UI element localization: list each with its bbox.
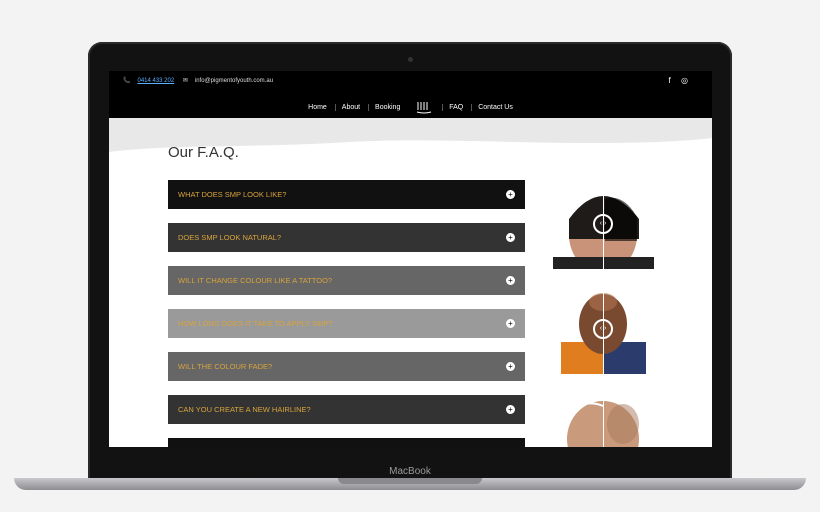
faq-item[interactable]: WILL THE COLOUR FADE? +	[168, 352, 525, 381]
plus-icon[interactable]: +	[506, 362, 515, 371]
content-area: Our F.A.Q. WHAT DOES SMP LOOK LIKE? + DO…	[109, 118, 712, 447]
plus-icon[interactable]: +	[506, 405, 515, 414]
compare-divider[interactable]	[603, 384, 604, 447]
faq-question: WHAT DOES SMP LOOK LIKE?	[178, 190, 287, 199]
faq-question: HOW LONG DOES IT TAKE TO APPLY SMP?	[178, 319, 333, 328]
faq-item[interactable]: HOW LONG DOES IT TAKE TO APPLY SMP? +	[168, 309, 525, 338]
plus-icon[interactable]: +	[506, 319, 515, 328]
nav-home[interactable]: Home	[302, 104, 333, 111]
contact-info: 📞 0414 433 202 ✉ info@pigmentofyouth.com.a…	[123, 77, 280, 84]
instagram-icon[interactable]: ◎	[681, 76, 688, 85]
faq-question: WILL IT CHANGE COLOUR LIKE A TATTOO?	[178, 276, 333, 285]
email-icon: ✉	[182, 78, 188, 84]
faq-item[interactable]: CAN YOU CREATE A NEW HAIRLINE? +	[168, 395, 525, 424]
before-after-image[interactable]	[553, 384, 654, 447]
logo-icon[interactable]	[416, 100, 432, 114]
facebook-icon[interactable]: f	[669, 76, 671, 85]
faq-item[interactable]: WILL IT CHANGE COLOUR LIKE A TATTOO? +	[168, 266, 525, 295]
plus-icon[interactable]: +	[506, 276, 515, 285]
phone-link[interactable]: 0414 433 202	[137, 78, 174, 84]
main-navigation: Home About Booking FAQ Contact Us	[109, 100, 712, 114]
compare-handle-icon[interactable]: ‹ ›	[593, 214, 613, 234]
nav-contact[interactable]: Contact Us	[471, 103, 519, 111]
top-bar: 📞 0414 433 202 ✉ info@pigmentofyouth.com.a…	[109, 71, 712, 95]
before-after-image[interactable]: ‹ ›	[553, 179, 654, 269]
camera-icon	[408, 57, 413, 62]
plus-icon[interactable]: +	[506, 190, 515, 199]
laptop-notch	[338, 478, 482, 484]
faq-question: WILL THE COLOUR FADE?	[178, 362, 273, 371]
faq-title: Our F.A.Q.	[168, 144, 239, 161]
faq-item[interactable]: DOES SMP LOOK NATURAL? +	[168, 223, 525, 252]
compare-handle-icon[interactable]: ‹ ›	[593, 319, 613, 339]
before-after-image[interactable]: ‹ ›	[553, 284, 654, 374]
plus-icon[interactable]: +	[506, 233, 515, 242]
phone-icon: 📞	[123, 78, 131, 84]
laptop-lid: 📞 0414 433 202 ✉ info@pigmentofyouth.com.a…	[88, 42, 732, 490]
email-link[interactable]: info@pigmentofyouth.com.au	[195, 78, 273, 84]
faq-question: DOES SMP LOOK NATURAL?	[178, 233, 282, 242]
nav-about[interactable]: About	[334, 103, 366, 111]
nav-faq[interactable]: FAQ	[442, 103, 469, 111]
screen: 📞 0414 433 202 ✉ info@pigmentofyouth.com.a…	[109, 71, 712, 447]
faq-question: CAN YOU CREATE A NEW HAIRLINE?	[178, 405, 311, 414]
faq-item[interactable]: WHAT DOES SMP LOOK LIKE? +	[168, 180, 525, 209]
social-links: f ◎	[661, 76, 688, 85]
nav-booking[interactable]: Booking	[368, 103, 406, 111]
faq-item[interactable]	[168, 438, 525, 447]
